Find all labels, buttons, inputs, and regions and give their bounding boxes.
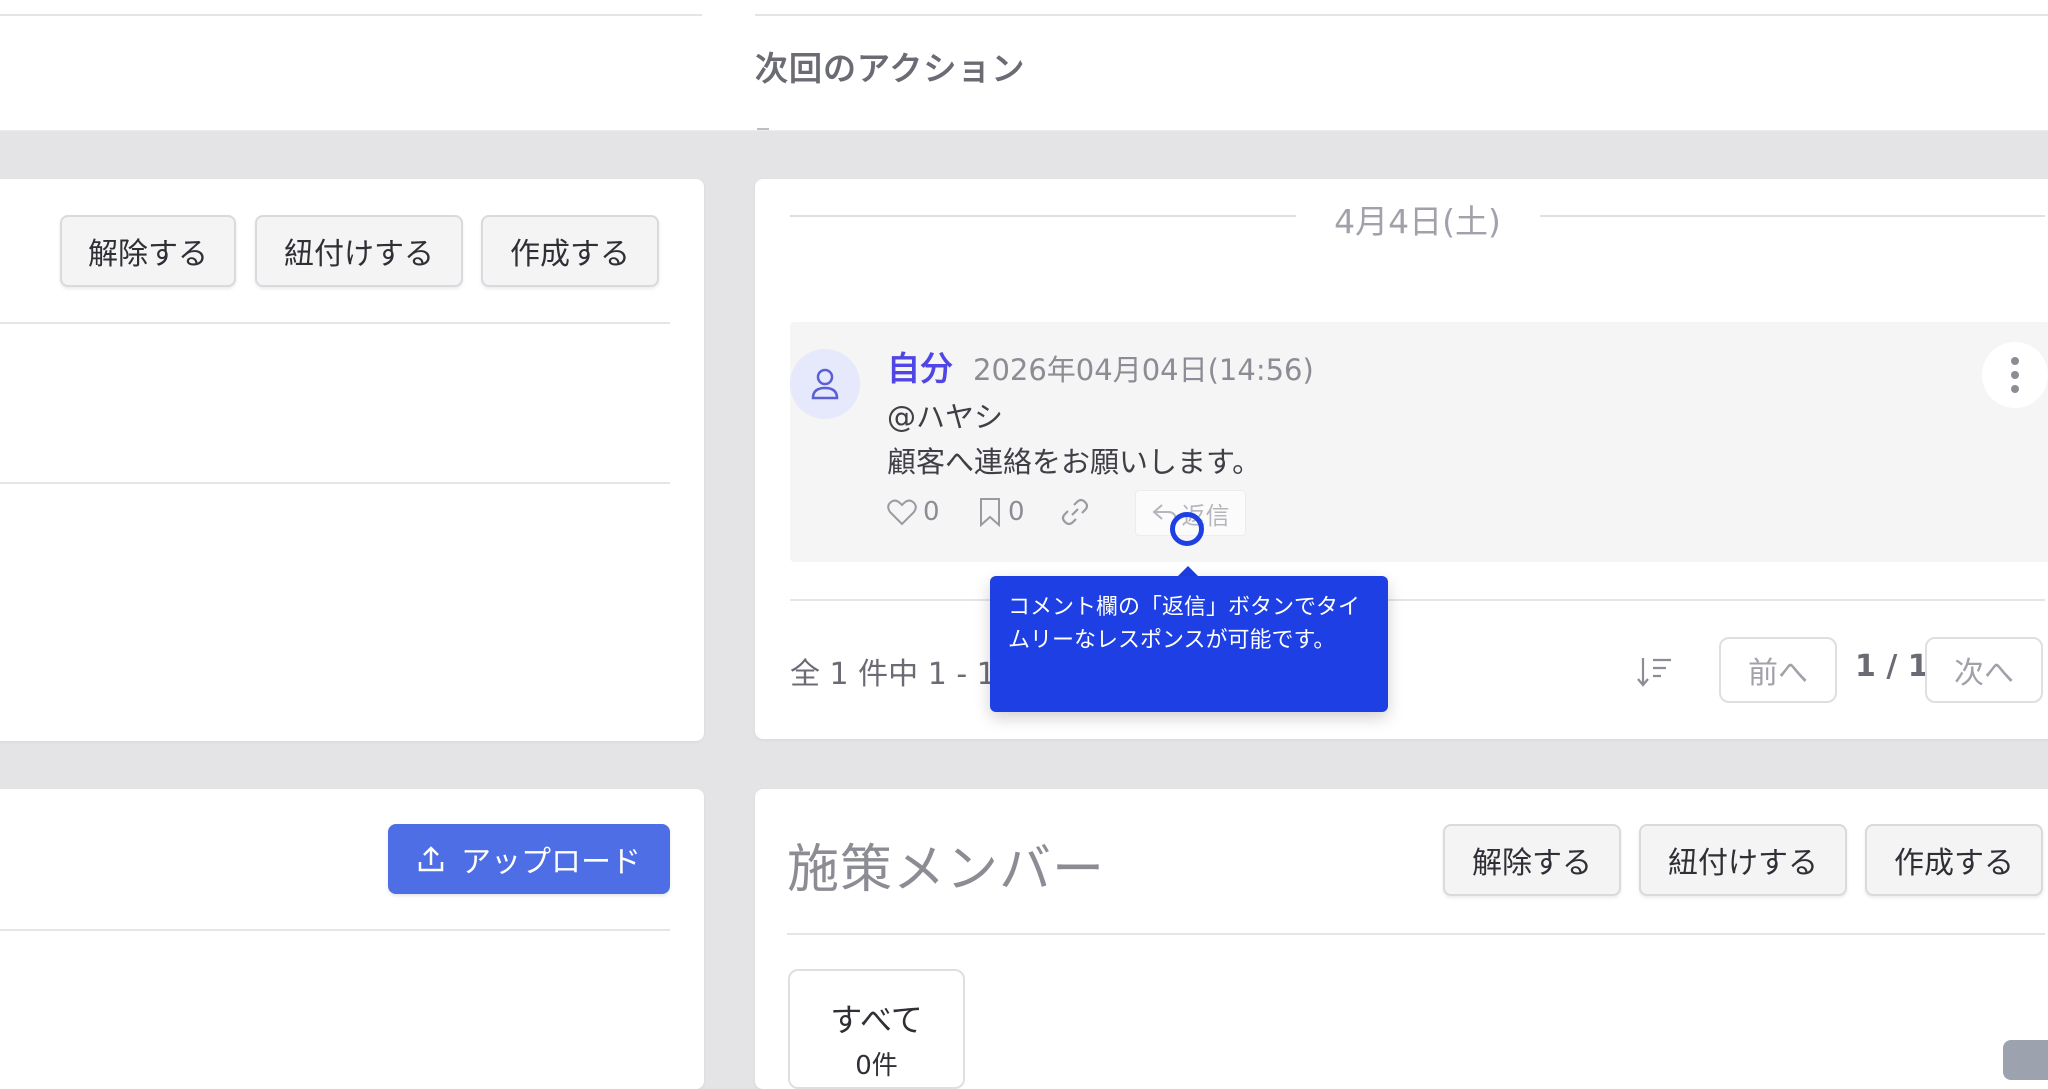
comment-body: 顧客へ連絡をお願いします。 bbox=[887, 445, 1262, 479]
link-button[interactable]: 紐付けする bbox=[1639, 824, 1847, 896]
top-divider-left bbox=[0, 14, 702, 16]
page-indicator: 1 / 1 bbox=[1855, 649, 1929, 684]
members-card: 施策メンバー 解除する 紐付けする 作成する すべて 0件 bbox=[755, 789, 2048, 1089]
like-button[interactable]: 0 bbox=[887, 497, 940, 527]
user-icon bbox=[811, 368, 839, 400]
heart-icon bbox=[887, 499, 917, 526]
bookmark-icon bbox=[980, 498, 1000, 527]
upload-icon bbox=[418, 846, 444, 872]
divider bbox=[790, 599, 2045, 601]
related-items-card: 解除する 紐付けする 作成する bbox=[0, 179, 704, 741]
sort-descending-icon bbox=[1637, 658, 1671, 687]
more-options-icon[interactable] bbox=[1982, 342, 2048, 408]
sort-button[interactable] bbox=[1625, 639, 1685, 705]
next-action-underline bbox=[757, 128, 769, 130]
divider bbox=[0, 929, 670, 931]
release-button[interactable]: 解除する bbox=[60, 215, 236, 287]
comment-author[interactable]: 自分 bbox=[887, 342, 953, 390]
filter-all-count: 0件 bbox=[855, 1051, 898, 1081]
date-separator-label: 4月4日(土) bbox=[1334, 202, 1501, 241]
comments-card: 4月4日(土) 自分 2026年04月04日(14:56) @ハヤシ 顧客へ連絡… bbox=[755, 179, 2048, 739]
comment-item: 自分 2026年04月04日(14:56) @ハヤシ 顧客へ連絡をお願いします。… bbox=[790, 322, 2048, 562]
filter-all-label: すべて bbox=[830, 1001, 923, 1039]
members-title: 施策メンバー bbox=[787, 840, 1106, 900]
prev-page-button[interactable]: 前へ bbox=[1719, 637, 1837, 703]
next-page-button[interactable]: 次へ bbox=[1925, 637, 2043, 703]
click-indicator bbox=[1170, 512, 1204, 546]
avatar bbox=[790, 349, 860, 419]
upload-label: アップロード bbox=[461, 845, 641, 880]
divider bbox=[787, 933, 2045, 935]
create-button[interactable]: 作成する bbox=[1865, 824, 2043, 896]
upload-button[interactable]: アップロード bbox=[388, 824, 670, 894]
link-icon bbox=[1061, 498, 1089, 526]
copy-link-button[interactable] bbox=[1060, 497, 1090, 527]
filter-all-tab[interactable]: すべて 0件 bbox=[788, 969, 965, 1089]
link-button[interactable]: 紐付けする bbox=[255, 215, 463, 287]
guide-tooltip: コメント欄の「返信」ボタンでタイムリーなレスポンスが可能です。 bbox=[990, 576, 1388, 712]
comment-timestamp: 2026年04月04日(14:56) bbox=[973, 353, 1314, 387]
next-action-title: 次回のアクション bbox=[755, 49, 1026, 88]
date-divider-left bbox=[790, 215, 1296, 217]
date-divider-right bbox=[1540, 215, 2045, 217]
release-button[interactable]: 解除する bbox=[1443, 824, 1621, 896]
bookmark-button[interactable]: 0 bbox=[978, 497, 1025, 527]
comment-mention: @ハヤシ bbox=[887, 400, 1004, 434]
bookmark-count: 0 bbox=[1008, 497, 1025, 527]
divider bbox=[0, 482, 670, 484]
divider bbox=[0, 322, 670, 324]
files-card: アップロード bbox=[0, 789, 704, 1089]
floating-corner-button[interactable] bbox=[2003, 1040, 2048, 1080]
create-button[interactable]: 作成する bbox=[481, 215, 659, 287]
top-divider-right bbox=[755, 14, 2048, 16]
like-count: 0 bbox=[923, 497, 940, 527]
